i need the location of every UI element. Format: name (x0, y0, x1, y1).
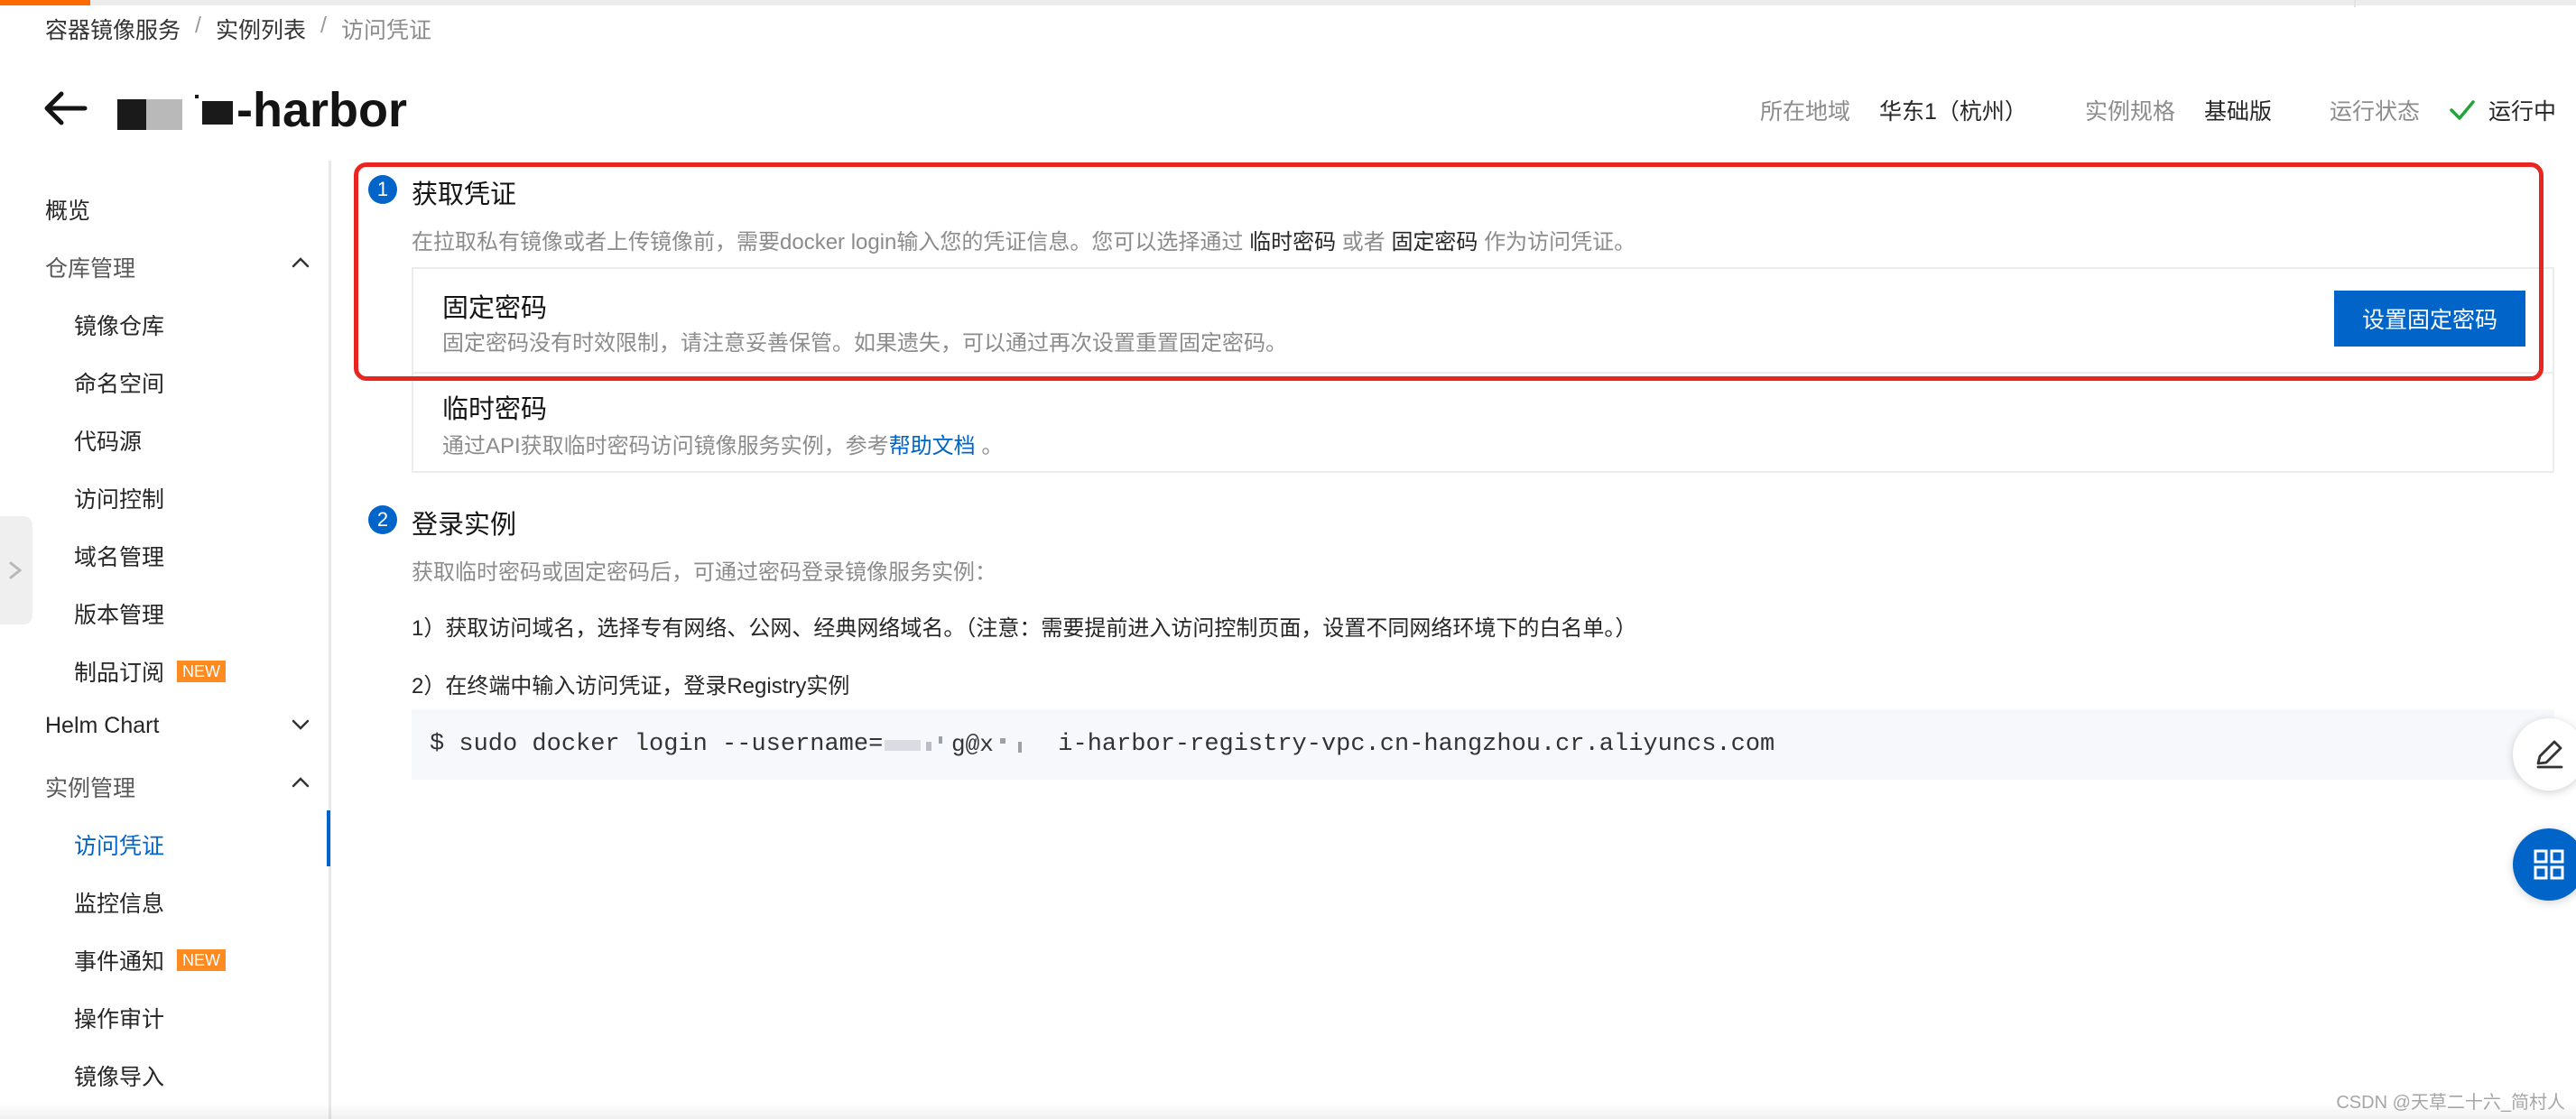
spec-label: 实例规格 (2084, 99, 2175, 125)
sidebar-item-artifact-subscription[interactable]: 制品订阅 NEW (74, 655, 227, 688)
new-badge: NEW (177, 661, 227, 682)
instance-meta: 所在地域 华东1（杭州） 实例规格 基础版 运行状态 运行中 (1760, 94, 2556, 126)
breadcrumb-separator: / (320, 13, 327, 38)
instruction-line: 1）获取访问域名，选择专有网络、公网、经典网络域名。（注意：需要提前进入访问控制… (412, 616, 1637, 641)
watermark: CSDN @天草二十六_简村人 (2336, 1093, 2565, 1113)
instruction-line: 2）在终端中输入访问凭证，登录Registry实例 (412, 674, 850, 698)
top-bar-divider (2354, 0, 2356, 7)
step-number: 2 (368, 505, 397, 534)
sidebar-item-namespaces[interactable]: 命名空间 (74, 366, 164, 399)
page-title-block: -harbor (117, 83, 407, 137)
sidebar-item-code-source[interactable]: 代码源 (74, 424, 142, 457)
sidebar-item-event-notification[interactable]: 事件通知 NEW (74, 944, 227, 976)
redacted-instance-name (146, 99, 182, 130)
annotation-highlight-box (354, 162, 2544, 381)
status-value: 运行中 (2488, 99, 2556, 125)
sidebar-item-label: Helm Chart (45, 713, 160, 738)
command-prefix: $ sudo docker login --username= (430, 731, 884, 758)
sidebar-item-versions[interactable]: 版本管理 (74, 597, 164, 630)
check-icon (2450, 100, 2475, 120)
sidebar-item-image-repos[interactable]: 镜像仓库 (74, 309, 164, 341)
sidebar-item-access-credentials[interactable]: 访问凭证 (74, 828, 164, 861)
sidebar-group-repo[interactable]: 仓库管理 (45, 251, 135, 283)
desc-text: 。 (981, 434, 1004, 458)
sidebar-item-helm-chart[interactable]: Helm Chart (45, 713, 159, 739)
temp-password-title: 临时密码 (442, 395, 548, 424)
apps-float-button[interactable] (2513, 828, 2576, 901)
step-description: 获取临时密码或固定密码后，可通过密码登录镜像服务实例： (412, 560, 996, 585)
sidebar-item-access-control[interactable]: 访问控制 (74, 482, 164, 514)
grid-icon (2534, 849, 2564, 880)
breadcrumb-link-service[interactable]: 容器镜像服务 (45, 13, 181, 45)
breadcrumb-link-instances[interactable]: 实例列表 (216, 13, 306, 45)
chevron-down-icon[interactable] (291, 718, 310, 731)
sidebar-item-monitoring[interactable]: 监控信息 (74, 886, 164, 919)
status-label: 运行状态 (2329, 99, 2420, 125)
top-bar-accent (0, 0, 90, 5)
sidebar-divider (329, 161, 331, 1119)
bottom-shadow (0, 1103, 2576, 1119)
help-doc-link[interactable]: 帮助文档 (889, 434, 976, 458)
redacted-username: g@x (883, 731, 1036, 758)
breadcrumb-separator: / (195, 13, 201, 38)
breadcrumb: 容器镜像服务 / 实例列表 / 访问凭证 (45, 13, 431, 45)
edit-icon (2536, 740, 2563, 769)
chevron-up-icon[interactable] (291, 256, 310, 269)
sidebar-item-label: 事件通知 (74, 949, 165, 975)
region-value: 华东1（杭州） (1879, 99, 2027, 125)
sidebar-group-label: 实例管理 (45, 776, 136, 801)
active-indicator (327, 810, 330, 866)
page-title: -harbor (236, 83, 407, 137)
new-badge: NEW (177, 949, 227, 971)
spec-value: 基础版 (2203, 99, 2272, 125)
back-arrow-icon[interactable] (42, 88, 88, 128)
login-command-block[interactable]: $ sudo docker login --username= g@x i-ha… (412, 709, 2554, 780)
redacted-instance-name (117, 99, 146, 130)
top-bar (0, 0, 2576, 5)
chevron-up-icon[interactable] (291, 776, 310, 789)
sidebar-group-label: 仓库管理 (45, 256, 136, 282)
edit-float-button[interactable] (2513, 718, 2576, 791)
region-label: 所在地域 (1760, 99, 1851, 125)
step-title: 登录实例 (412, 511, 517, 540)
sidebar-item-label: 制品订阅 (74, 661, 165, 686)
svg-text:g@x: g@x (951, 731, 994, 758)
command-suffix: i-harbor-registry-vpc.cn-hangzhou.cr.ali… (1058, 731, 1775, 758)
temp-password-description: 通过API获取临时密码访问镜像服务实例，参考帮助文档 。 (442, 428, 1003, 459)
breadcrumb-current: 访问凭证 (340, 18, 431, 43)
desc-text: 通过API获取临时密码访问镜像服务实例，参考 (442, 434, 889, 458)
redacted-instance-name (195, 95, 199, 98)
sidebar-item-overview[interactable]: 概览 (45, 193, 90, 226)
sidebar-item-domains[interactable]: 域名管理 (74, 540, 164, 572)
sidebar-item-image-import[interactable]: 镜像导入 (74, 1059, 164, 1092)
sidebar-item-audit[interactable]: 操作审计 (74, 1002, 164, 1034)
sidebar-group-instance[interactable]: 实例管理 (45, 771, 135, 803)
redacted-instance-name (202, 101, 233, 125)
